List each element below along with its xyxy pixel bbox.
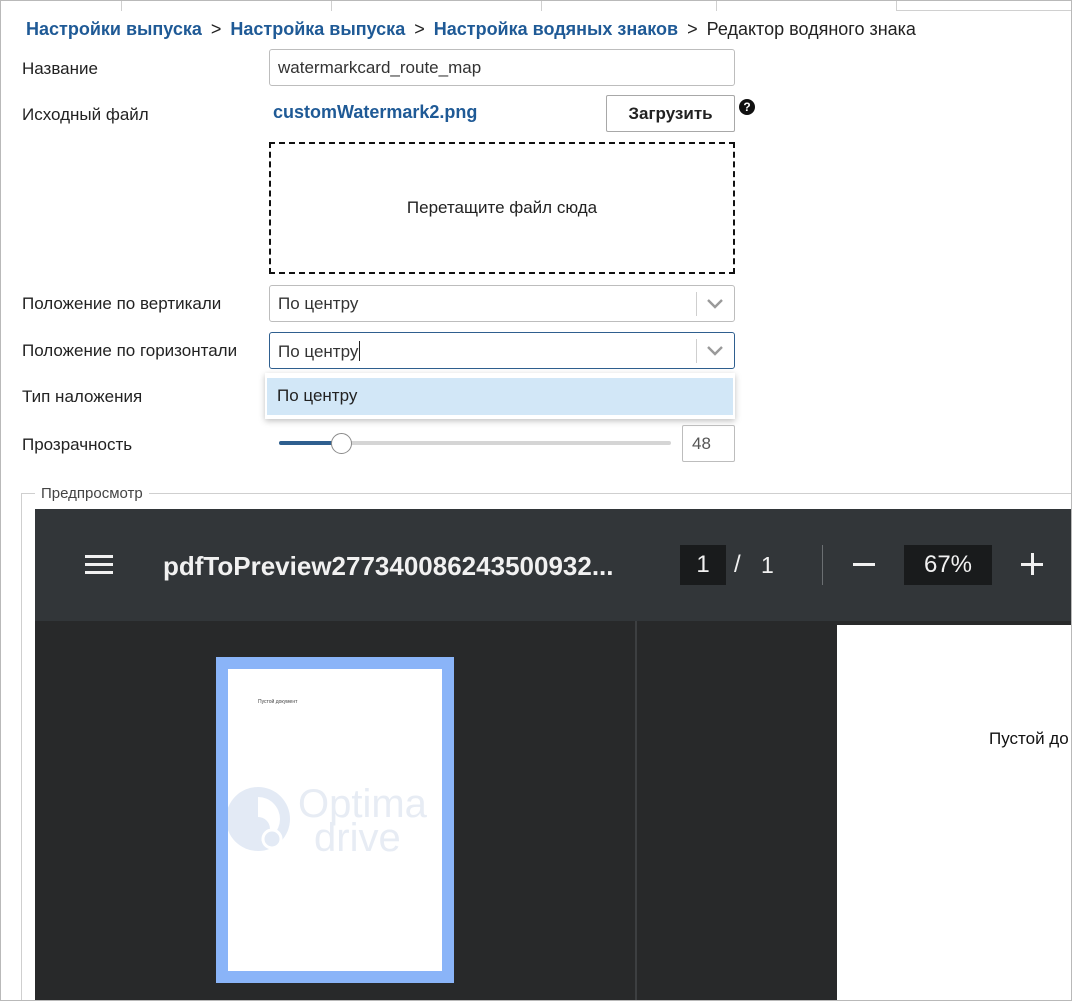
horizontal-position-select[interactable]: По центру: [269, 332, 735, 369]
slider-handle[interactable]: [331, 433, 352, 454]
breadcrumb-separator: >: [210, 19, 222, 39]
tab-divider: [331, 1, 332, 11]
name-label: Название: [22, 59, 98, 78]
horizontal-position-value: По центру: [278, 341, 361, 361]
slider-fill: [279, 441, 336, 445]
pdf-title: pdfToPreview27734008624350093​2...: [163, 551, 614, 581]
chevron-down-icon[interactable]: [706, 296, 724, 310]
zoom-out-icon[interactable]: [853, 563, 875, 566]
breadcrumb-current: Редактор водяного знака: [706, 19, 916, 39]
optima-drive-watermark-logo: Optima drive: [228, 782, 428, 860]
thumbnail-page: Пустой документ Optima drive: [228, 669, 442, 971]
chevron-down-icon[interactable]: [706, 343, 724, 357]
dropdown-option-center[interactable]: По центру: [267, 378, 733, 415]
vertical-position-value: По центру: [278, 294, 359, 313]
page-separator: /: [734, 551, 741, 578]
text-cursor: [359, 341, 361, 361]
horizontal-position-dropdown: По центру: [265, 373, 735, 419]
breadcrumb-link-release-settings[interactable]: Настройки выпуска: [26, 19, 202, 39]
top-tabs-strip: [1, 1, 1071, 11]
breadcrumb-link-watermark-settings[interactable]: Настройка водяных знаков: [434, 19, 678, 39]
breadcrumb-separator: >: [687, 19, 698, 39]
zoom-in-icon[interactable]: [1021, 553, 1043, 575]
zoom-level-input[interactable]: 67%: [904, 545, 992, 585]
page-number-input[interactable]: 1: [680, 545, 726, 585]
hamburger-menu-icon[interactable]: [85, 555, 113, 575]
opacity-value-input[interactable]: 48: [682, 425, 735, 462]
select-divider: [696, 292, 697, 316]
source-file-link[interactable]: customWatermark2.png: [273, 102, 477, 123]
svg-text:drive: drive: [314, 816, 401, 860]
opacity-label: Прозрачность: [22, 435, 133, 454]
question-circle-icon[interactable]: ?: [739, 99, 755, 115]
select-divider: [696, 339, 697, 363]
upload-button[interactable]: Загрузить: [606, 95, 735, 132]
preview-legend: Предпросмотр: [35, 485, 149, 502]
pdf-viewer: pdfToPreview27734008624350093​2... 1 / 1…: [35, 509, 1071, 1000]
breadcrumb-separator: >: [414, 19, 425, 39]
tab-divider: [716, 1, 717, 11]
tab-divider: [121, 1, 122, 11]
vertical-position-label: Положение по вертикали: [22, 294, 222, 313]
opacity-slider[interactable]: [279, 431, 671, 455]
document-page-text: Пустой до: [989, 729, 1069, 748]
tab-divider: [541, 1, 542, 11]
tab-baseline: [896, 10, 1071, 11]
page-thumbnail[interactable]: Пустой документ Optima drive: [216, 657, 454, 983]
breadcrumb-link-release-setup[interactable]: Настройка выпуска: [230, 19, 405, 39]
page-total: 1: [761, 552, 774, 578]
watermark-editor-window: Настройки выпуска > Настройка выпуска > Наст…: [0, 0, 1072, 1001]
breadcrumb: Настройки выпуска > Настройка выпуска > Наст…: [26, 19, 916, 40]
document-page: Пустой до: [837, 625, 1071, 1000]
dropzone-text: Перетащите файл сюда: [406, 198, 598, 217]
overlay-type-label: Тип наложения: [22, 387, 143, 406]
pdf-toolbar: pdfToPreview27734008624350093​2... 1 / 1…: [35, 509, 1071, 621]
file-dropzone[interactable]: Перетащите файл сюда: [269, 142, 735, 274]
toolbar-divider: [822, 545, 823, 585]
horizontal-position-label: Положение по горизонтали: [22, 341, 238, 360]
vertical-position-select[interactable]: По центру: [269, 285, 735, 322]
name-input[interactable]: [269, 49, 735, 86]
source-file-label: Исходный файл: [22, 105, 149, 124]
